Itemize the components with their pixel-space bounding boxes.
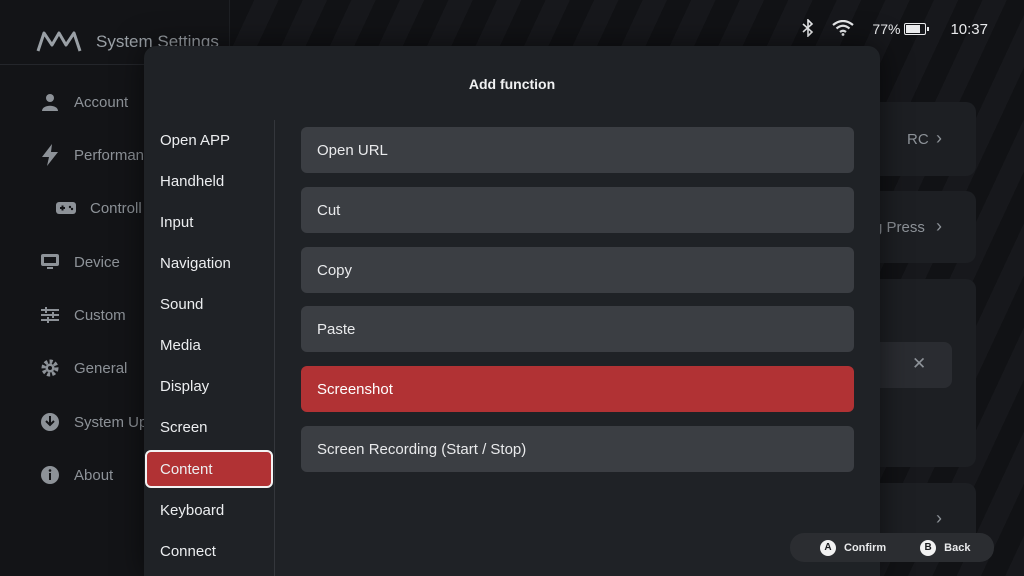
sidebar-item-label: General: [74, 359, 128, 377]
button-hint-bar: A Confirm B Back: [790, 533, 994, 562]
battery-icon: [904, 23, 930, 35]
sidebar-item-about[interactable]: About: [40, 463, 113, 487]
sidebar-item-account[interactable]: Account: [40, 90, 128, 114]
chevron-right-icon: ›: [936, 128, 942, 148]
sidebar-item-system-update[interactable]: System Up: [40, 410, 147, 434]
clock: 10:37: [950, 20, 988, 38]
device-icon: [40, 252, 60, 272]
background-field: [870, 342, 952, 388]
status-bar: 77% 10:37: [802, 17, 988, 40]
category-display[interactable]: Display: [144, 366, 274, 406]
sidebar-item-performance[interactable]: Performan: [40, 143, 144, 167]
sidebar-item-general[interactable]: General: [40, 356, 127, 380]
info-icon: [40, 465, 60, 485]
sidebar-item-label: Device: [74, 253, 120, 271]
background-card-text: RC: [907, 131, 929, 148]
sidebar-item-device[interactable]: Device: [40, 250, 120, 274]
sidebar-item-label: System Up: [74, 413, 148, 431]
category-content[interactable]: Content: [145, 450, 273, 488]
add-function-dialog: Add function Open APP Handheld Input Nav…: [144, 46, 880, 576]
function-paste[interactable]: Paste: [301, 306, 854, 352]
function-copy[interactable]: Copy: [301, 247, 854, 293]
category-navigation[interactable]: Navigation: [144, 243, 274, 283]
sidebar-item-custom[interactable]: Custom: [40, 303, 126, 327]
category-divider: [274, 120, 275, 576]
function-screen-recording[interactable]: Screen Recording (Start / Stop): [301, 426, 854, 472]
close-icon: ✕: [912, 354, 927, 373]
category-sound[interactable]: Sound: [144, 284, 274, 324]
function-open-url[interactable]: Open URL: [301, 127, 854, 173]
chevron-right-icon: ›: [936, 216, 942, 236]
sidebar-item-label: Performan: [74, 146, 145, 164]
chevron-right-icon: ›: [936, 508, 942, 528]
battery-fill: [906, 25, 920, 33]
function-cut[interactable]: Cut: [301, 187, 854, 233]
category-open-app[interactable]: Open APP: [144, 120, 274, 160]
lightning-icon: [40, 144, 60, 166]
battery-percent: 77%: [872, 21, 901, 37]
brand-logo-icon: [36, 31, 82, 52]
download-icon: [40, 412, 60, 432]
sidebar-item-label: Custom: [74, 306, 126, 324]
category-media[interactable]: Media: [144, 325, 274, 365]
gamepad-icon: [56, 198, 76, 218]
category-connect[interactable]: Connect: [144, 531, 274, 571]
category-keyboard[interactable]: Keyboard: [144, 490, 274, 530]
function-screenshot[interactable]: Screenshot: [301, 366, 854, 412]
person-icon: [40, 92, 60, 112]
wifi-icon: [832, 19, 855, 39]
b-button-icon: B: [920, 539, 937, 556]
category-input[interactable]: Input: [144, 202, 274, 242]
confirm-hint[interactable]: Confirm: [844, 542, 886, 554]
sidebar-item-controller[interactable]: Controll: [56, 196, 142, 220]
sidebar-item-label: About: [74, 466, 114, 484]
dialog-title: Add function: [468, 76, 556, 92]
background-card-text: g Press: [874, 219, 925, 236]
bluetooth-icon: [802, 17, 814, 40]
sliders-icon: [40, 305, 60, 325]
gear-icon: [40, 358, 60, 378]
category-screen[interactable]: Screen: [144, 407, 274, 447]
sidebar-item-label: Controll: [90, 199, 142, 217]
back-hint[interactable]: Back: [944, 542, 970, 554]
category-handheld[interactable]: Handheld: [144, 161, 274, 201]
a-button-icon: A: [820, 539, 836, 556]
sidebar-item-label: Account: [74, 93, 129, 111]
battery-indicator: 77%: [872, 21, 930, 37]
